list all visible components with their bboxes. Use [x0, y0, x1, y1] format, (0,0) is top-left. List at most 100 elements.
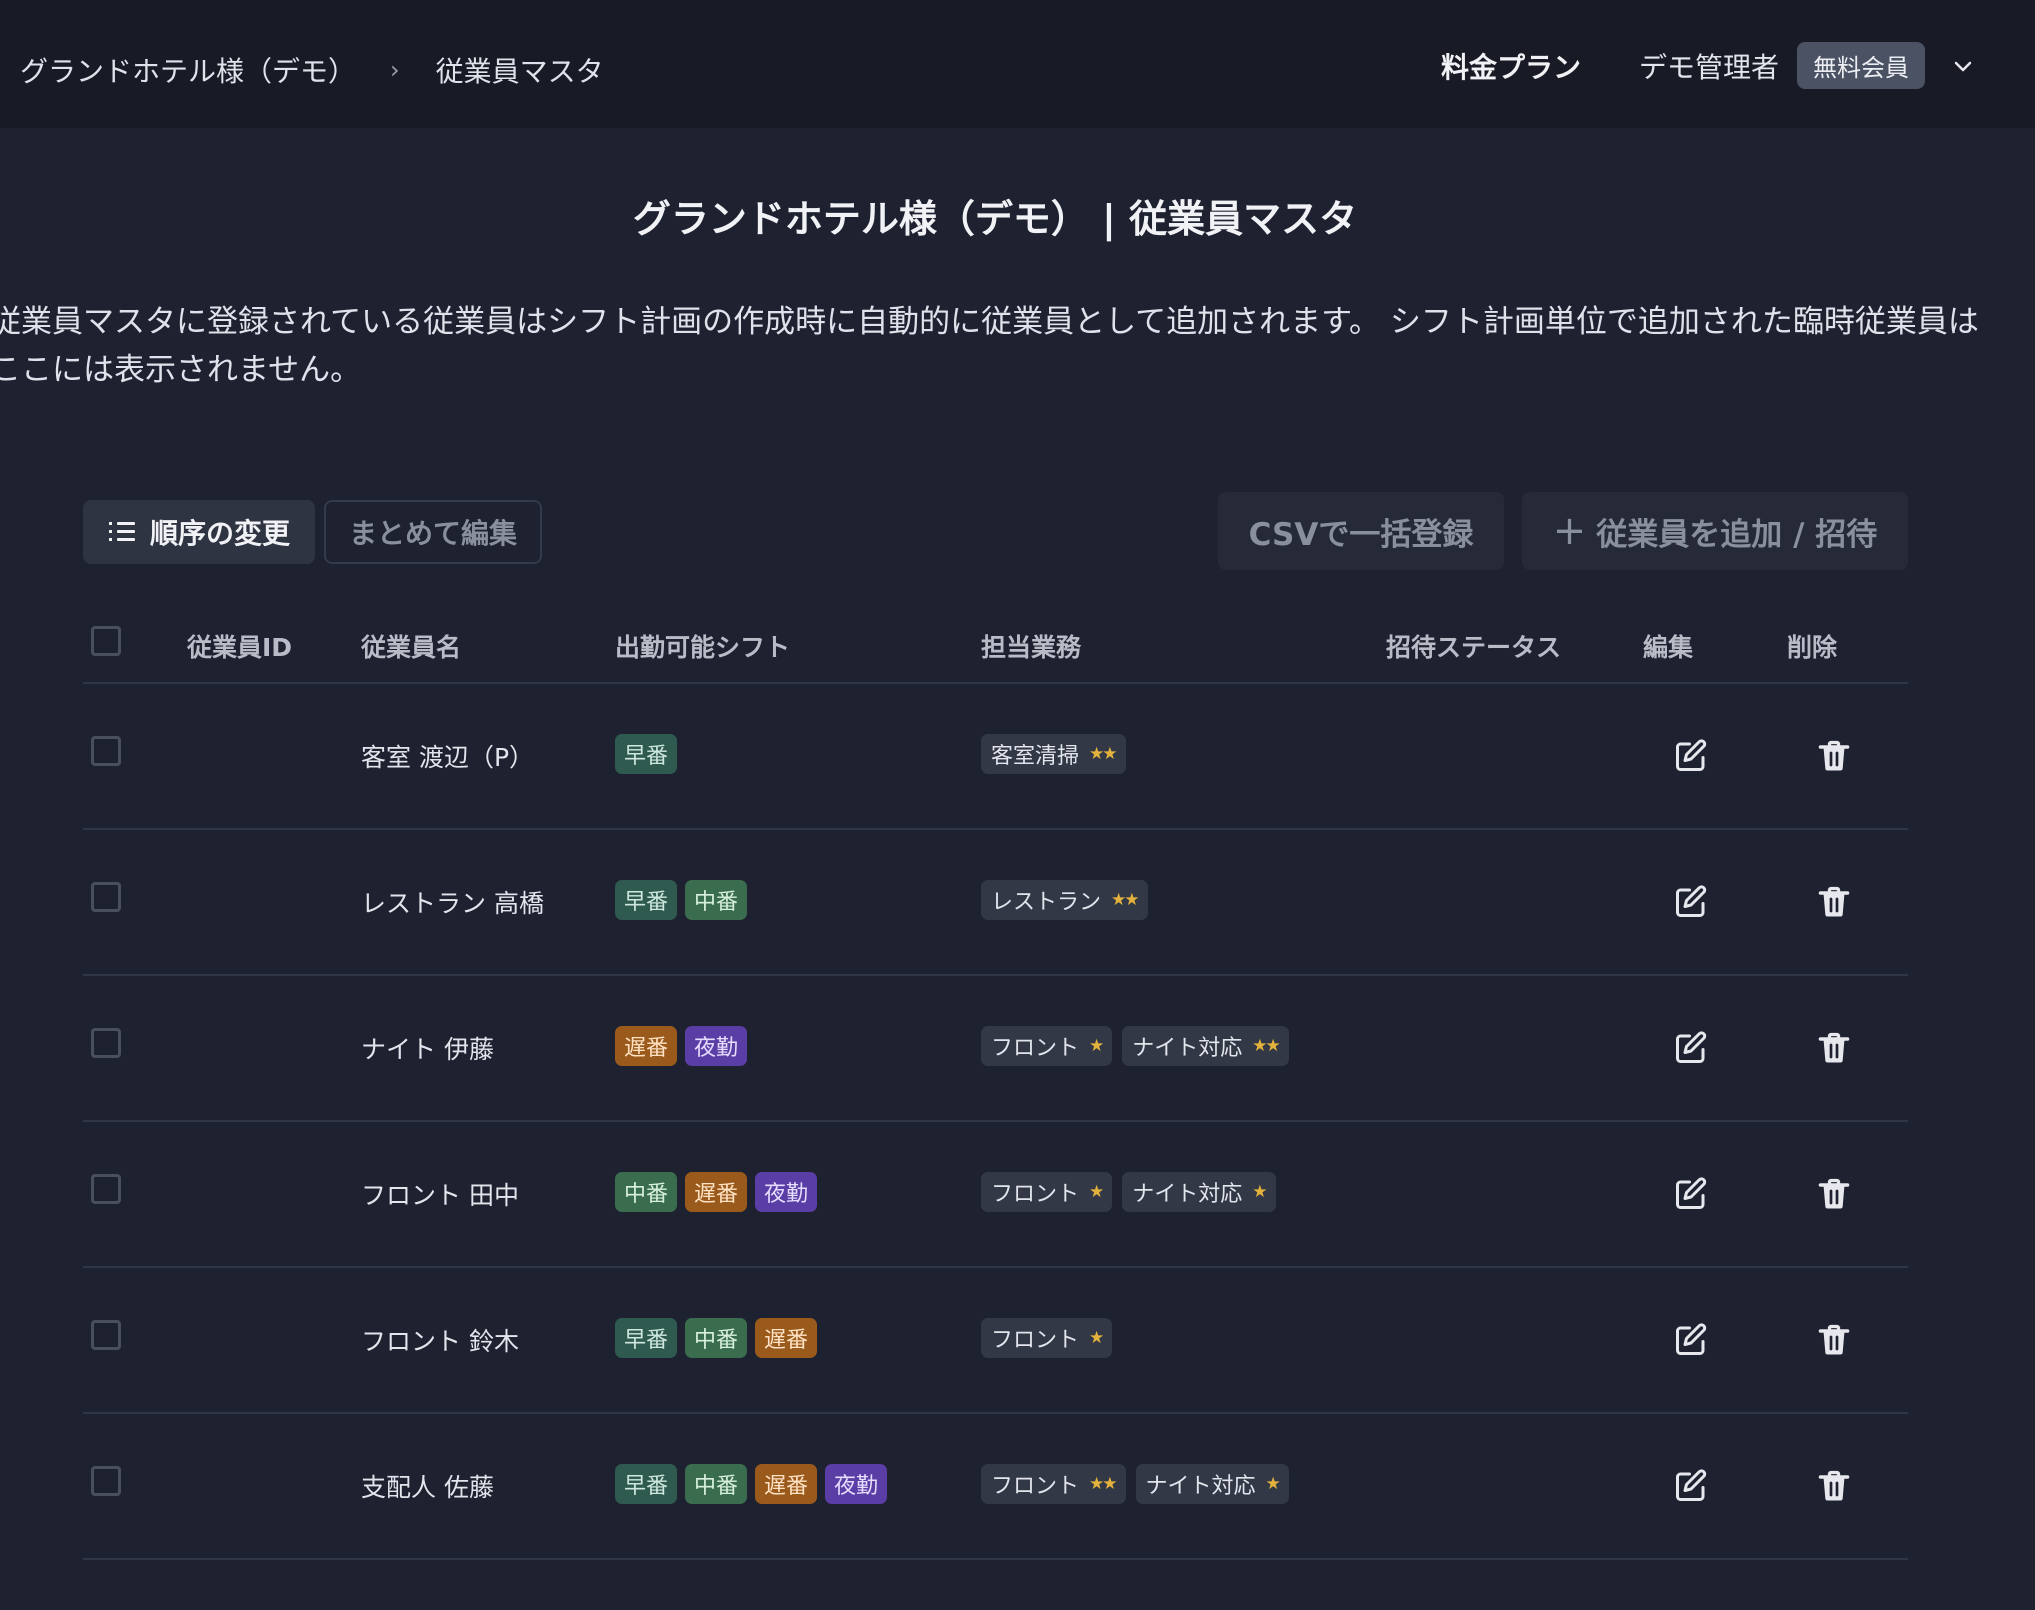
shift-tag-late: 遅番 [755, 1318, 818, 1358]
chevron-down-icon[interactable] [1951, 54, 1975, 78]
star-icon: ★ [1089, 1036, 1104, 1056]
user-name[interactable]: デモ管理者 [1639, 46, 1779, 86]
shift-tags: 早番 [615, 734, 678, 774]
row-checkbox[interactable] [91, 1174, 121, 1204]
employee-name: レストラン 高橋 [361, 889, 544, 918]
column-header-invite-status: 招待ステータス [1386, 633, 1562, 662]
row-checkbox[interactable] [91, 1466, 121, 1496]
bulk-edit-button[interactable]: まとめて編集 [324, 500, 542, 564]
trash-icon[interactable] [1816, 1176, 1852, 1212]
duty-tag: 客室清掃 ★★ [981, 734, 1126, 774]
trash-icon[interactable] [1816, 738, 1852, 774]
edit-icon[interactable] [1673, 884, 1709, 920]
row-checkbox[interactable] [91, 1320, 121, 1350]
trash-icon[interactable] [1816, 1030, 1852, 1066]
row-checkbox[interactable] [91, 882, 121, 912]
employee-name: フロント 田中 [361, 1181, 519, 1210]
column-header-edit: 編集 [1643, 633, 1694, 662]
pricing-plan-link[interactable]: 料金プラン [1441, 46, 1581, 86]
duty-tags: レストラン ★★ [981, 880, 1148, 920]
column-header-delete: 削除 [1787, 633, 1838, 662]
trash-icon[interactable] [1816, 884, 1852, 920]
reorder-label: 順序の変更 [149, 517, 290, 550]
employee-name: 客室 渡辺（P） [361, 743, 535, 772]
column-header-shifts: 出勤可能シフト [615, 633, 791, 662]
shift-tag-mid: 中番 [615, 1172, 678, 1212]
shift-tags: 早番 中番 遅番 [615, 1318, 818, 1358]
duty-tags: 客室清掃 ★★ [981, 734, 1126, 774]
employee-name: 支配人 佐藤 [361, 1473, 494, 1502]
duty-label: ナイト対応 [1132, 1182, 1243, 1207]
duty-label: レストラン [991, 890, 1102, 915]
select-all-checkbox[interactable] [91, 626, 121, 656]
shift-tag-early: 早番 [615, 1464, 678, 1504]
breadcrumb: グランドホテル様（デモ） › 従業員マスタ [20, 50, 604, 90]
row-checkbox[interactable] [91, 736, 121, 766]
duty-label: フロント [991, 1036, 1080, 1061]
employee-table: 従業員ID 従業員名 出勤可能シフト 担当業務 招待ステータス 編集 削除 客室… [83, 608, 1908, 1560]
edit-icon[interactable] [1673, 1176, 1709, 1212]
employee-name: フロント 鈴木 [361, 1327, 519, 1356]
edit-icon[interactable] [1673, 1468, 1709, 1504]
top-bar: グランドホテル様（デモ） › 従業員マスタ 料金プラン デモ管理者 無料会員 [0, 0, 2035, 128]
row-checkbox[interactable] [91, 1028, 121, 1058]
breadcrumb-hotel[interactable]: グランドホテル様（デモ） [20, 50, 356, 90]
table-header: 従業員ID 従業員名 出勤可能シフト 担当業務 招待ステータス 編集 削除 [83, 608, 1908, 684]
duty-tag: フロント ★★ [981, 1464, 1126, 1504]
star-icon: ★ [1265, 1474, 1281, 1494]
table-row: 支配人 佐藤 早番 中番 遅番 夜勤 フロント ★★ ナイト対応 ★ [83, 1414, 1908, 1560]
shift-tag-mid: 中番 [685, 1318, 748, 1358]
edit-icon[interactable] [1673, 1322, 1709, 1358]
csv-import-button[interactable]: CSVで一括登録 [1218, 492, 1504, 570]
edit-icon[interactable] [1673, 738, 1709, 774]
duty-tag: フロント ★ [981, 1172, 1113, 1212]
shift-tag-late: 遅番 [615, 1026, 678, 1066]
trash-icon[interactable] [1816, 1322, 1852, 1358]
table-body: 客室 渡辺（P） 早番 客室清掃 ★★ レストラン 高橋 早番 中番 レストラン ★★ ナイト 伊… [83, 684, 1908, 1560]
breadcrumb-separator: › [390, 56, 400, 84]
duty-tag: フロント ★ [981, 1026, 1113, 1066]
duty-tags: フロント ★ ナイト対応 ★★ [981, 1026, 1289, 1066]
breadcrumb-current: 従業員マスタ [435, 55, 604, 88]
table-row: ナイト 伊藤 遅番 夜勤 フロント ★ ナイト対応 ★★ [83, 976, 1908, 1122]
duty-label: フロント [991, 1182, 1080, 1207]
add-employee-button[interactable]: + 従業員を追加 / 招待 [1522, 492, 1908, 570]
shift-tag-early: 早番 [615, 734, 678, 774]
trash-icon[interactable] [1816, 1468, 1852, 1504]
shift-tag-mid: 中番 [685, 1464, 748, 1504]
column-header-name: 従業員名 [361, 633, 462, 662]
duty-tag: ナイト対応 ★ [1122, 1172, 1276, 1212]
duty-tags: フロント ★ [981, 1318, 1113, 1358]
duty-label: 客室清掃 [991, 744, 1080, 769]
table-row: 客室 渡辺（P） 早番 客室清掃 ★★ [83, 684, 1908, 830]
shift-tag-early: 早番 [615, 1318, 678, 1358]
shift-tag-night: 夜勤 [825, 1464, 888, 1504]
shift-tags: 中番 遅番 夜勤 [615, 1172, 818, 1212]
star-icon: ★ [1089, 1328, 1104, 1348]
shift-tag-mid: 中番 [685, 880, 748, 920]
header-right: 料金プラン デモ管理者 無料会員 [1441, 42, 1975, 89]
list-ordered-icon [108, 522, 135, 541]
table-row: フロント 田中 中番 遅番 夜勤 フロント ★ ナイト対応 ★ [83, 1122, 1908, 1268]
table-row: レストラン 高橋 早番 中番 レストラン ★★ [83, 830, 1908, 976]
shift-tag-early: 早番 [615, 880, 678, 920]
shift-tags: 遅番 夜勤 [615, 1026, 748, 1066]
shift-tag-late: 遅番 [685, 1172, 748, 1212]
duty-label: ナイト対応 [1145, 1474, 1256, 1499]
shift-tags: 早番 中番 遅番 夜勤 [615, 1464, 888, 1504]
member-badge: 無料会員 [1797, 42, 1925, 89]
plus-icon: + [1552, 508, 1587, 554]
star-icon: ★★ [1111, 890, 1140, 910]
duty-tags: フロント ★ ナイト対応 ★ [981, 1172, 1276, 1212]
reorder-button[interactable]: 順序の変更 [83, 500, 315, 564]
add-employee-label: 従業員を追加 / 招待 [1596, 516, 1878, 553]
employee-name: ナイト 伊藤 [361, 1035, 494, 1064]
page-title: グランドホテル様（デモ） | 従業員マスタ [632, 197, 1358, 241]
edit-icon[interactable] [1673, 1030, 1709, 1066]
duty-label: フロント [991, 1328, 1080, 1353]
star-icon: ★★ [1089, 744, 1118, 764]
star-icon: ★★ [1252, 1036, 1281, 1056]
page-description: 従業員マスタに登録されている従業員はシフト計画の作成時に自動的に従業員として追加… [0, 304, 1979, 388]
duty-tag: ナイト対応 ★ [1135, 1464, 1289, 1504]
star-icon: ★ [1252, 1182, 1267, 1202]
